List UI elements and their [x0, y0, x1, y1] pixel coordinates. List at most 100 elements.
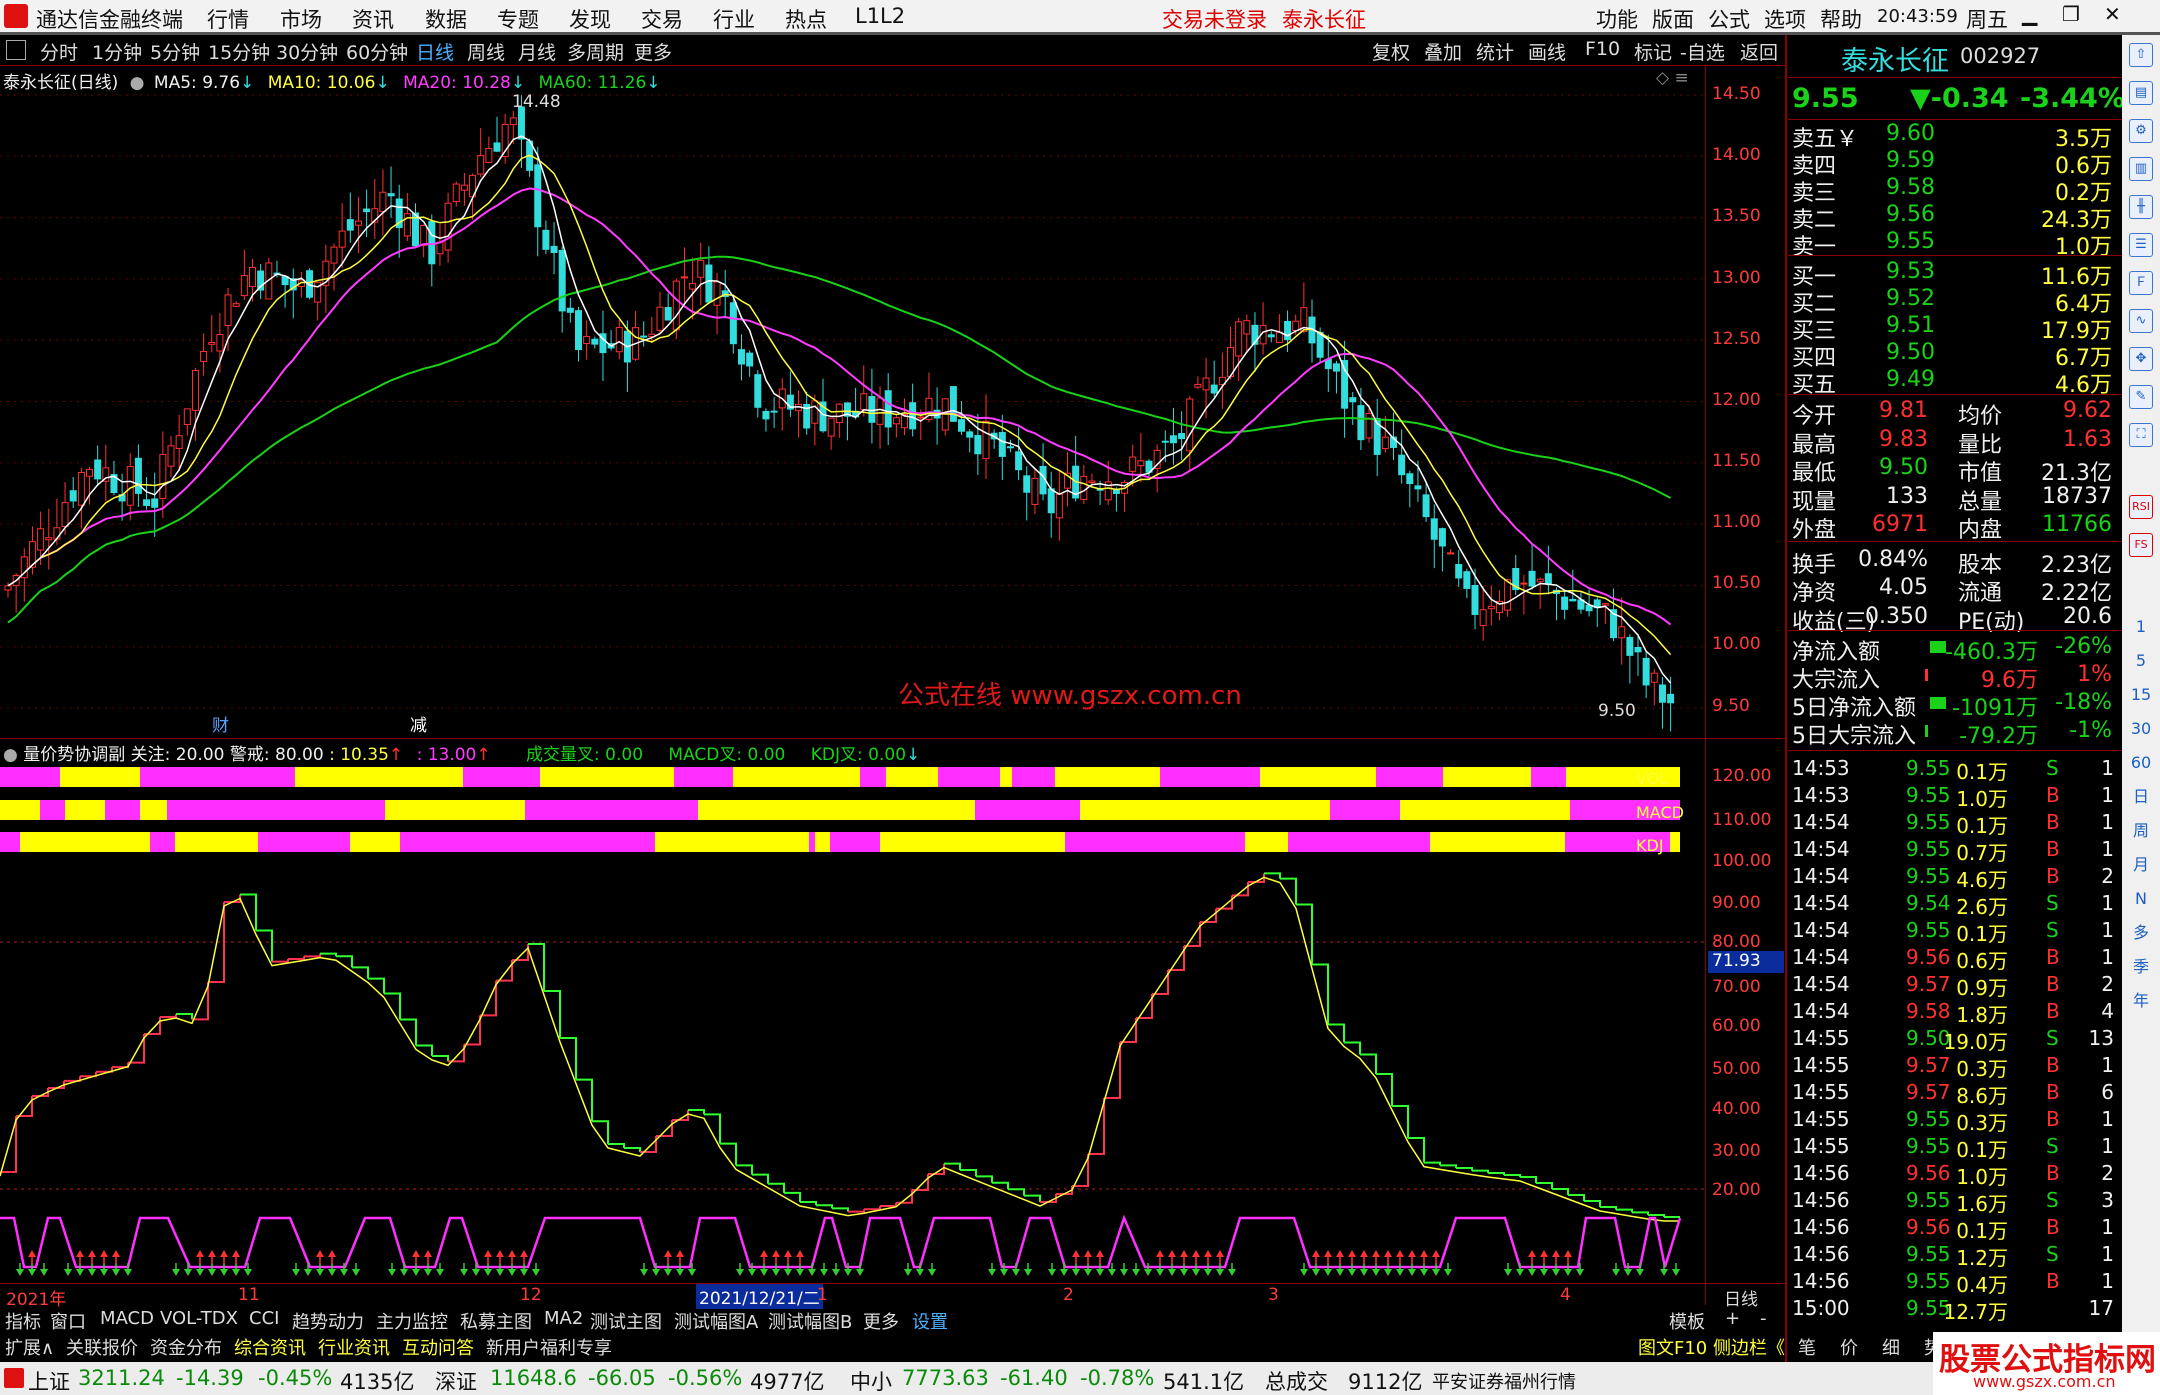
tab-cci[interactable]: CCI: [249, 1308, 279, 1329]
menu-industry[interactable]: 行业: [713, 4, 755, 34]
ask-row[interactable]: 卖五￥ 9.60 3.5万: [1790, 121, 2118, 152]
side-label-1[interactable]: FS: [2129, 533, 2153, 557]
tab-window[interactable]: 窗口: [50, 1308, 86, 1334]
tab-monthly[interactable]: 月线: [518, 38, 556, 65]
btn-zoom-out[interactable]: -: [1760, 1308, 1767, 1329]
tab-ma2[interactable]: MA2: [544, 1308, 583, 1329]
menu-market[interactable]: 行情: [207, 4, 249, 34]
btn-stats[interactable]: 统计: [1476, 38, 1514, 65]
tab-related-quote[interactable]: 关联报价: [66, 1334, 138, 1360]
tick-row[interactable]: 14:56 9.56 0.1万 B 1: [1790, 1215, 2118, 1243]
tab-5min[interactable]: 5分钟: [150, 38, 200, 65]
draw-icon[interactable]: ✎: [2129, 385, 2153, 409]
bid-row[interactable]: 买一 9.53 11.6万: [1790, 259, 2118, 290]
tab-industry-news[interactable]: 行业资讯: [318, 1334, 390, 1360]
tab-fund-distribution[interactable]: 资金分布: [150, 1334, 222, 1360]
period-button-11[interactable]: 年: [2129, 989, 2153, 1013]
tab-trend-power[interactable]: 趋势动力: [292, 1308, 364, 1334]
fs-icon[interactable]: ⛶: [2129, 423, 2153, 447]
candlestick-chart[interactable]: 14.48 9.50 财 减 公式在线 www.gszx.com.cn: [0, 66, 1705, 738]
tab-private-main[interactable]: 私募主图: [460, 1308, 532, 1334]
tab-15min[interactable]: 15分钟: [208, 38, 270, 65]
period-button-10[interactable]: 季: [2129, 955, 2153, 979]
rsi-icon[interactable]: ∿: [2129, 309, 2153, 333]
tick-row[interactable]: 14:56 9.55 1.2万 S 1: [1790, 1242, 2118, 1270]
tab-settings[interactable]: 设置: [912, 1308, 948, 1334]
menu-markets[interactable]: 市场: [280, 4, 322, 34]
ask-row[interactable]: 卖一 9.55 1.0万: [1790, 229, 2118, 260]
btn-draw[interactable]: 画线: [1528, 38, 1566, 65]
tab-new-user-benefits[interactable]: 新用户福利专享: [486, 1334, 612, 1360]
btn-remove-favorite[interactable]: -自选: [1680, 38, 1725, 65]
ask-row[interactable]: 卖三 9.58 0.2万: [1790, 175, 2118, 206]
btn-zoom-in[interactable]: +: [1725, 1308, 1740, 1329]
menu-topics[interactable]: 专题: [497, 4, 539, 34]
tick-row[interactable]: 14:56 9.55 1.6万 S 3: [1790, 1188, 2118, 1216]
side-label-0[interactable]: RSI: [2129, 495, 2153, 519]
bid-row[interactable]: 买五 9.49 4.6万: [1790, 367, 2118, 398]
period-button-0[interactable]: 1: [2129, 615, 2153, 639]
menu-formula[interactable]: 公式: [1708, 4, 1750, 34]
tab-vol-tdx[interactable]: VOL-TDX: [160, 1308, 238, 1329]
tab-general-news[interactable]: 综合资讯: [234, 1334, 306, 1360]
tab-multi-period[interactable]: 多周期: [567, 38, 624, 65]
menu-hot[interactable]: 热点: [785, 4, 827, 34]
tab-test-sub-b[interactable]: 测试幅图B: [768, 1308, 852, 1334]
tab-indicator[interactable]: 指标: [5, 1308, 41, 1334]
btn-overlay[interactable]: 叠加: [1424, 38, 1462, 65]
tick-row[interactable]: 14:54 9.55 0.1万 S 1: [1790, 918, 2118, 946]
tick-row[interactable]: 14:54 9.57 0.9万 B 2: [1790, 972, 2118, 1000]
menu-data[interactable]: 数据: [425, 4, 467, 34]
index-sh-name[interactable]: 上证: [28, 1366, 70, 1395]
tab-more-indicators[interactable]: 更多: [863, 1308, 899, 1334]
tick-row[interactable]: 14:54 9.55 0.1万 B 1: [1790, 810, 2118, 838]
tab-price[interactable]: 价: [1840, 1334, 1858, 1360]
tab-weekly[interactable]: 周线: [467, 38, 505, 65]
menu-layout[interactable]: 版面: [1652, 4, 1694, 34]
chart-icon[interactable]: ▥: [2129, 157, 2153, 181]
tick-row[interactable]: 14:55 9.55 0.1万 S 1: [1790, 1134, 2118, 1162]
toggle-panel-icon[interactable]: [6, 40, 26, 60]
menu-options[interactable]: 选项: [1764, 4, 1806, 34]
period-button-5[interactable]: 日: [2129, 785, 2153, 809]
tab-daily[interactable]: 日线: [416, 38, 454, 65]
indicator-chart[interactable]: VOL MACD KDJ: [0, 762, 1705, 1283]
tick-row[interactable]: 14:53 9.55 0.1万 S 1: [1790, 756, 2118, 784]
tab-test-sub-a[interactable]: 测试幅图A: [674, 1308, 758, 1334]
finance-marker[interactable]: 财: [212, 716, 229, 736]
tab-60min[interactable]: 60分钟: [346, 38, 408, 65]
menu-function[interactable]: 功能: [1596, 4, 1638, 34]
menu-discover[interactable]: 发现: [569, 4, 611, 34]
trade-status[interactable]: 交易未登录: [1162, 4, 1267, 34]
tick-row[interactable]: 14:53 9.55 1.0万 B 1: [1790, 783, 2118, 811]
period-button-4[interactable]: 60: [2129, 751, 2153, 775]
tab-more[interactable]: 更多: [634, 38, 672, 65]
menu-help[interactable]: 帮助: [1820, 4, 1862, 34]
close-icon[interactable]: ✕: [2104, 2, 2121, 26]
bid-row[interactable]: 买三 9.51 17.9万: [1790, 313, 2118, 344]
period-button-8[interactable]: N: [2129, 887, 2153, 911]
tick-row[interactable]: 14:54 9.55 0.7万 B 1: [1790, 837, 2118, 865]
tab-30min[interactable]: 30分钟: [276, 38, 338, 65]
bid-row[interactable]: 买二 9.52 6.4万: [1790, 286, 2118, 317]
tab-qa[interactable]: 互动问答: [402, 1334, 474, 1360]
tick-row[interactable]: 15:00 9.55 12.7万 17: [1790, 1296, 2118, 1324]
ask-row[interactable]: 卖四 9.59 0.6万: [1790, 148, 2118, 179]
tab-test-main[interactable]: 测试主图: [590, 1308, 662, 1334]
tab-expand[interactable]: 扩展∧: [5, 1334, 54, 1360]
menu-l1l2[interactable]: L1L2: [855, 4, 905, 28]
tick-row[interactable]: 14:55 9.57 0.3万 B 1: [1790, 1053, 2118, 1081]
restore-icon[interactable]: ❐: [2062, 2, 2080, 26]
menu-news[interactable]: 资讯: [352, 4, 394, 34]
tick-row[interactable]: 14:54 9.54 2.6万 S 1: [1790, 891, 2118, 919]
btn-adjust[interactable]: 复权: [1372, 38, 1410, 65]
tick-row[interactable]: 14:54 9.58 1.8万 B 4: [1790, 999, 2118, 1027]
tab-intraday[interactable]: 分时: [40, 38, 78, 65]
period-button-3[interactable]: 30: [2129, 717, 2153, 741]
candle-icon[interactable]: ╫: [2129, 195, 2153, 219]
btn-f10-graphic[interactable]: 图文F10: [1638, 1334, 1707, 1360]
tick-row[interactable]: 14:55 9.57 8.6万 B 6: [1790, 1080, 2118, 1108]
period-button-6[interactable]: 周: [2129, 819, 2153, 843]
tick-row[interactable]: 14:54 9.55 4.6万 B 2: [1790, 864, 2118, 892]
reduce-marker[interactable]: 减: [410, 716, 427, 736]
